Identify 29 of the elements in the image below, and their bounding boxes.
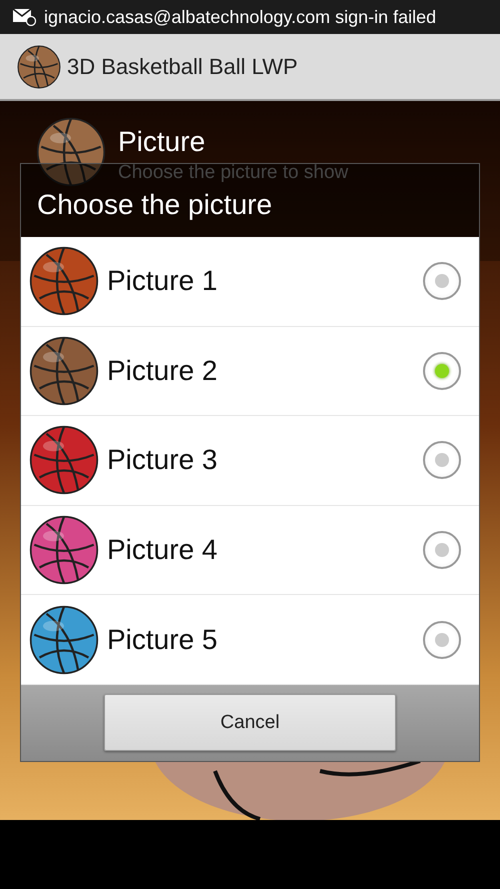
option-label: Picture 5 <box>107 622 218 657</box>
option-label: Picture 4 <box>107 533 218 568</box>
ball-icon <box>29 425 99 496</box>
option-label: Picture 3 <box>107 443 218 478</box>
cancel-button[interactable]: Cancel <box>104 694 396 752</box>
picture-option[interactable]: Picture 2 <box>21 326 479 416</box>
option-label: Picture 2 <box>107 354 218 388</box>
radio-button[interactable] <box>423 620 461 659</box>
app-title: 3D Basketball Ball LWP <box>67 53 298 81</box>
dialog-title: Choose the picture <box>37 189 272 220</box>
ball-icon <box>29 336 99 406</box>
picture-option[interactable]: Picture 4 <box>21 506 479 596</box>
picture-option[interactable]: Picture 1 <box>21 237 479 327</box>
setting-title[interactable]: Picture <box>118 125 348 159</box>
notification-text: ignacio.casas@albatechnology.com sign-in failed <box>44 6 436 29</box>
radio-button[interactable] <box>423 352 461 390</box>
picture-option[interactable]: Picture 5 <box>21 595 479 685</box>
ball-icon <box>29 246 99 316</box>
radio-button[interactable] <box>423 531 461 570</box>
picture-option[interactable]: Picture 3 <box>21 416 479 506</box>
picture-setting-icon <box>36 117 106 187</box>
ball-icon <box>29 515 99 586</box>
ball-icon <box>29 604 99 675</box>
setting-summary: Choose the picture to show <box>118 160 348 185</box>
mail-icon <box>12 8 36 26</box>
option-label: Picture 1 <box>107 264 218 298</box>
radio-button[interactable] <box>423 441 461 480</box>
app-icon <box>17 44 61 88</box>
radio-button[interactable] <box>423 262 461 300</box>
